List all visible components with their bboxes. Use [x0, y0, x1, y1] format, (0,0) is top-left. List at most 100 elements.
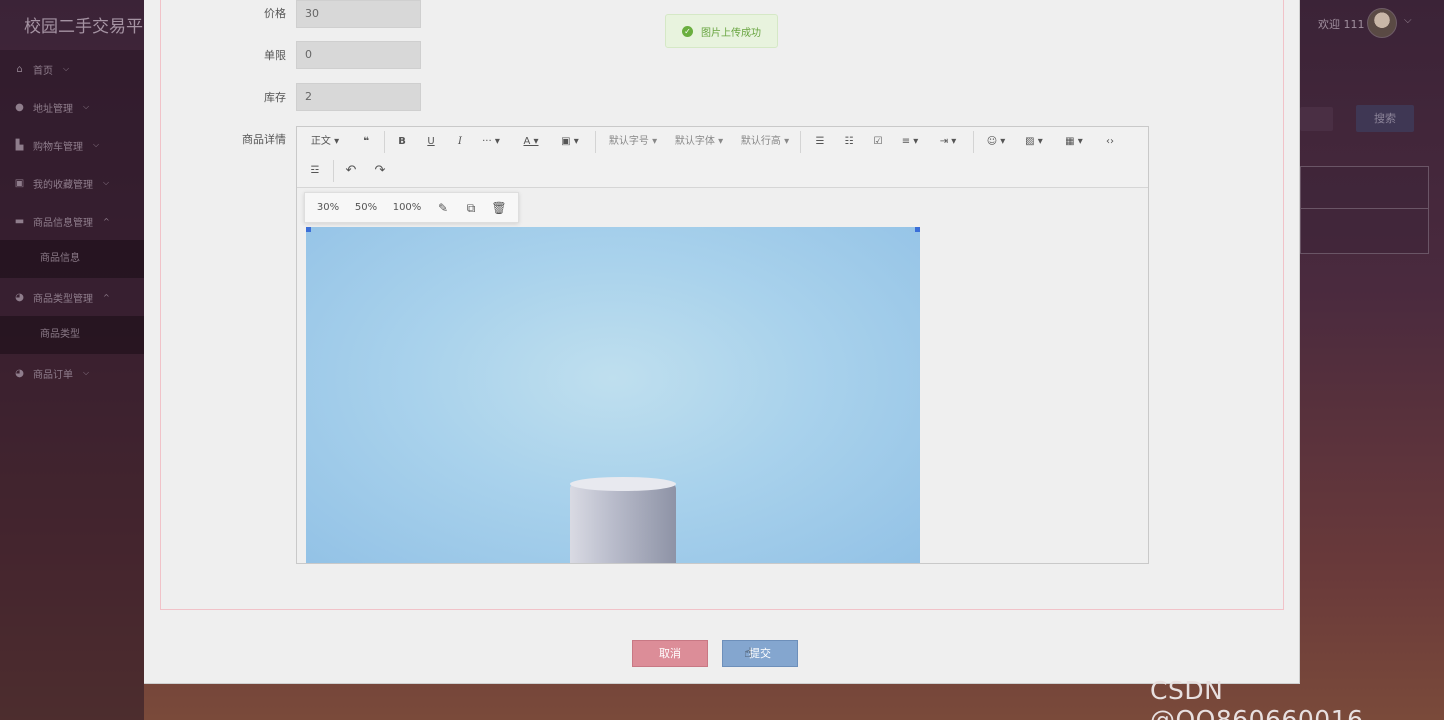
chevron-down-icon: ⌵ — [83, 368, 90, 377]
chevron-down-icon: ⌵ — [93, 140, 100, 149]
sidebar-subitem-product-info[interactable]: 商品信息 — [0, 240, 144, 278]
emoji-icon[interactable]: ☺ ▾ — [983, 131, 1009, 153]
price-field[interactable]: 30 — [296, 0, 421, 28]
sidebar-item-home[interactable]: ⌂ 首页 ⌵ — [0, 50, 144, 88]
sidebar-item-favorites[interactable]: ▣ 我的收藏管理 ⌵ — [0, 164, 144, 202]
sidebar-item-label: 我的收藏管理 — [33, 179, 93, 191]
stock-field[interactable]: 2 — [296, 83, 421, 111]
paragraph-label: 正文 — [310, 136, 331, 147]
table-row — [1301, 167, 1428, 209]
price-label: 价格 — [264, 7, 286, 20]
delete-trash-icon[interactable]: 🗑 — [489, 193, 509, 223]
line-height-dropdown[interactable]: 默认行高 ▾ — [737, 131, 793, 153]
toolbar-divider — [384, 131, 385, 153]
sidebar-subitem-product-type[interactable]: 商品类型 — [0, 316, 144, 354]
avatar[interactable] — [1367, 8, 1397, 38]
welcome-text: 欢迎 111 — [1318, 18, 1365, 31]
tag-icon: ◕ — [15, 291, 24, 303]
sidebar-item-address[interactable]: ● 地址管理 ⌵ — [0, 88, 144, 126]
quote-icon[interactable]: ❝ — [354, 131, 378, 153]
font-family-label: 默认字体 — [674, 136, 715, 147]
chevron-down-icon: ⌵ — [63, 64, 70, 73]
upload-success-toast: ✓ 图片上传成功 — [665, 14, 778, 48]
sidebar-item-label: 购物车管理 — [33, 141, 83, 153]
toolbar-divider — [800, 131, 801, 153]
location-icon: ● — [15, 101, 24, 113]
rich-text-editor: 正文 ▾ ❝ B U I ··· ▾ A ▾ ▣ ▾ 默认字号 ▾ 默认字体 ▾… — [296, 126, 1149, 564]
image-icon[interactable]: ▨ ▾ — [1021, 131, 1047, 153]
favorite-icon: ▣ — [14, 177, 25, 189]
box-icon: ▬ — [14, 215, 25, 227]
line-height-label: 默认行高 — [740, 136, 781, 147]
numbered-list-icon[interactable]: ☷ — [839, 131, 859, 153]
undo-icon[interactable]: ↶ — [341, 160, 361, 182]
chevron-down-icon: ⌵ — [83, 102, 90, 111]
font-color-icon[interactable]: A ▾ — [519, 131, 543, 153]
divider-line-icon[interactable]: ☲ — [305, 160, 325, 182]
sidebar-item-product-type[interactable]: ◕ 商品类型管理 ^ — [0, 278, 144, 316]
width-100-button[interactable]: 100% — [387, 193, 427, 223]
underline-icon[interactable]: U — [421, 131, 441, 153]
bullet-list-icon[interactable]: ☰ — [810, 131, 830, 153]
chevron-up-icon: ^ — [103, 292, 110, 302]
code-icon[interactable]: ‹› — [1100, 131, 1120, 153]
cancel-button[interactable]: 取消 — [632, 640, 708, 667]
product-photo-cap — [570, 477, 676, 491]
sidebar-item-label: 商品信息管理 — [33, 217, 93, 229]
toolbar-divider — [333, 160, 334, 182]
background-search-input[interactable] — [1300, 107, 1333, 131]
background-table — [1300, 166, 1429, 254]
search-button[interactable]: 搜索 — [1356, 105, 1414, 132]
paragraph-dropdown[interactable]: 正文 ▾ — [305, 131, 345, 153]
chevron-down-icon[interactable]: ⌵ — [1404, 15, 1412, 26]
align-left-icon[interactable]: ≡ ▾ — [897, 131, 923, 153]
check-circle-icon: ✓ — [682, 25, 693, 37]
order-icon: ◕ — [15, 367, 24, 379]
chevron-down-icon: ⌵ — [103, 178, 110, 187]
background-color-icon[interactable]: ▣ ▾ — [557, 131, 583, 153]
image-resize-popup: 30% 50% 100% ✎ ⧉ 🗑 — [304, 192, 519, 223]
sidebar-item-product-info[interactable]: ▬ 商品信息管理 ^ — [0, 202, 144, 240]
uploaded-product-image[interactable] — [306, 227, 920, 563]
submit-button[interactable]: 提交 — [722, 640, 798, 667]
detail-label: 商品详情 — [242, 133, 286, 146]
editor-toolbar: 正文 ▾ ❝ B U I ··· ▾ A ▾ ▣ ▾ 默认字号 ▾ 默认字体 ▾… — [297, 127, 1148, 188]
font-family-dropdown[interactable]: 默认字体 ▾ — [671, 131, 727, 153]
limit-label: 单限 — [264, 49, 286, 62]
watermark: CSDN @QQ860660016 — [1150, 676, 1364, 720]
todo-checkbox-icon[interactable]: ☑ — [868, 131, 888, 153]
toast-message: 图片上传成功 — [701, 27, 761, 39]
cart-icon: ▙ — [15, 139, 24, 151]
sidebar-item-label: 地址管理 — [33, 103, 73, 115]
italic-icon[interactable]: I — [450, 131, 470, 153]
edit-pencil-icon[interactable]: ✎ — [433, 193, 453, 223]
font-size-label: 默认字号 — [608, 136, 649, 147]
table-icon[interactable]: ▦ ▾ — [1061, 131, 1087, 153]
stock-label: 库存 — [264, 91, 286, 104]
open-link-icon[interactable]: ⧉ — [461, 193, 481, 223]
mouse-pointer-icon: ☝ — [744, 646, 752, 661]
redo-icon[interactable]: ↷ — [370, 160, 390, 182]
sidebar-item-orders[interactable]: ◕ 商品订单 ⌵ — [0, 354, 144, 392]
toolbar-divider — [595, 131, 596, 153]
edit-product-modal: 价格 30 单限 0 库存 2 商品详情 正文 ▾ ❝ B U I ··· ▾ … — [144, 0, 1300, 684]
width-50-button[interactable]: 50% — [349, 193, 383, 223]
product-photo-object — [570, 483, 676, 563]
sidebar-item-label: 商品订单 — [33, 369, 73, 381]
sidebar-item-label: 商品类型管理 — [33, 293, 93, 305]
home-icon: ⌂ — [16, 63, 23, 75]
toolbar-divider — [973, 131, 974, 153]
limit-field[interactable]: 0 — [296, 41, 421, 69]
width-30-button[interactable]: 30% — [311, 193, 345, 223]
more-icon[interactable]: ··· ▾ — [478, 131, 504, 153]
bold-icon[interactable]: B — [392, 131, 412, 153]
chevron-up-icon: ^ — [103, 216, 110, 226]
resize-handle[interactable] — [306, 227, 311, 232]
sidebar-item-label: 首页 — [33, 65, 53, 77]
resize-handle[interactable] — [915, 227, 920, 232]
app-title: 校园二手交易平 — [24, 17, 143, 37]
font-size-dropdown[interactable]: 默认字号 ▾ — [605, 131, 661, 153]
indent-icon[interactable]: ⇥ ▾ — [935, 131, 961, 153]
sidebar: ⌂ 首页 ⌵ ● 地址管理 ⌵ ▙ 购物车管理 ⌵ ▣ 我的收藏管理 ⌵ ▬ 商… — [0, 50, 144, 720]
sidebar-item-cart[interactable]: ▙ 购物车管理 ⌵ — [0, 126, 144, 164]
